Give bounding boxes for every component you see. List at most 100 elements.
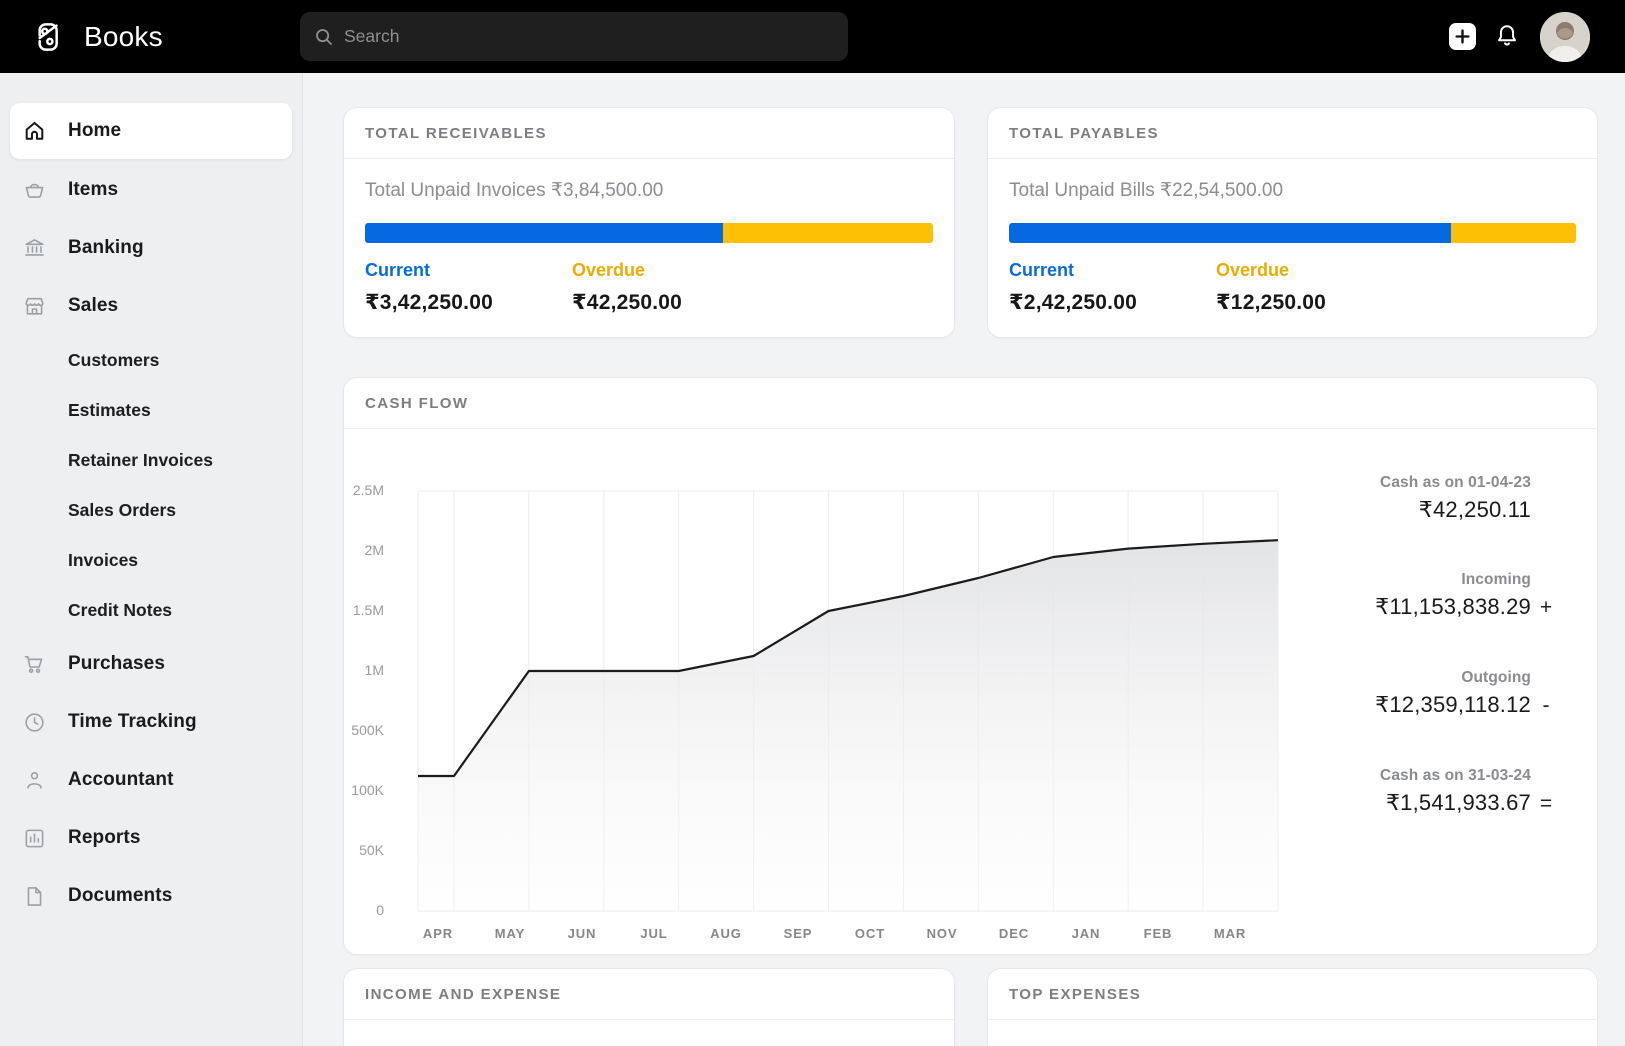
- card-title: TOTAL RECEIVABLES: [365, 125, 547, 142]
- current-amount: ₹2,42,250.00: [1009, 290, 1216, 315]
- sidebar-item-label: Banking: [68, 237, 144, 259]
- card-title: TOP EXPENSES: [1009, 986, 1141, 1003]
- clock-icon: [22, 709, 48, 735]
- card-title: CASH FLOW: [365, 395, 468, 412]
- sidebar-item-home[interactable]: Home: [10, 103, 292, 159]
- x-axis-label: SEP: [768, 926, 828, 941]
- total-payables-card: TOTAL PAYABLES Total Unpaid Bills ₹22,54…: [987, 107, 1598, 338]
- stat-value: ₹12,359,118.12: [1375, 688, 1531, 722]
- app-title: Books: [84, 21, 163, 53]
- overdue-label: Overdue: [1216, 260, 1423, 281]
- stat-operator: +: [1531, 591, 1561, 625]
- overdue-amount: ₹12,250.00: [1216, 290, 1423, 315]
- sidebar-subitem-invoices[interactable]: Invoices: [10, 535, 292, 585]
- x-axis-label: JUN: [552, 926, 612, 941]
- books-logo-icon: [28, 17, 68, 57]
- cart-icon: [22, 651, 48, 677]
- x-axis-label: FEB: [1128, 926, 1188, 941]
- y-axis-label: 50K: [344, 842, 384, 858]
- cashflow-plot[interactable]: [401, 473, 1281, 923]
- stat-operator: -: [1531, 689, 1561, 723]
- reports-icon: [22, 825, 48, 851]
- sidebar-item-items[interactable]: Items: [10, 161, 292, 219]
- y-axis-label: 100K: [344, 782, 384, 798]
- sidebar-item-label: Home: [68, 120, 121, 142]
- y-axis-label: 2M: [344, 542, 384, 558]
- x-axis-label: MAY: [480, 926, 540, 941]
- search-bar[interactable]: [300, 12, 848, 61]
- receivables-overdue: Overdue ₹42,250.00: [572, 260, 779, 315]
- receivables-progress-bar: [365, 223, 933, 243]
- stat-operator: =: [1531, 787, 1561, 821]
- card-title: INCOME AND EXPENSE: [365, 986, 561, 1003]
- y-axis-label: 1M: [344, 662, 384, 678]
- current-label: Current: [1009, 260, 1216, 281]
- sidebar-item-label: Time Tracking: [68, 711, 197, 733]
- y-axis-label: 1.5M: [344, 602, 384, 618]
- sidebar-item-sales[interactable]: Sales: [10, 277, 292, 335]
- quick-create-button[interactable]: [1449, 23, 1476, 50]
- y-axis-label: 2.5M: [344, 482, 384, 498]
- card-header: CASH FLOW: [344, 378, 1597, 429]
- x-axis-label: JAN: [1056, 926, 1116, 941]
- sidebar-item-documents[interactable]: Documents: [10, 867, 292, 925]
- card-title: TOTAL PAYABLES: [1009, 125, 1159, 142]
- card-header: TOTAL PAYABLES: [988, 108, 1597, 159]
- sidebar-subitem-customers[interactable]: Customers: [10, 335, 292, 385]
- cash-flow-card: CASH FLOW Cash as on 01-04-23₹42,250.11I…: [343, 377, 1598, 955]
- sidebar-subitem-estimates[interactable]: Estimates: [10, 385, 292, 435]
- search-input[interactable]: [344, 26, 804, 47]
- sidebar-item-reports[interactable]: Reports: [10, 809, 292, 867]
- payables-current: Current ₹2,42,250.00: [1009, 260, 1216, 315]
- sidebar-item-purchases[interactable]: Purchases: [10, 635, 292, 693]
- payables-current-segment: [1009, 223, 1451, 243]
- sidebar-item-banking[interactable]: Banking: [10, 219, 292, 277]
- notification-bell-icon: [1493, 22, 1521, 50]
- card-header: INCOME AND EXPENSE: [344, 969, 954, 1020]
- sidebar-item-label: Documents: [68, 885, 172, 907]
- sidebar-subitem-label: Retainer Invoices: [68, 450, 213, 471]
- sidebar-subitem-sales-orders[interactable]: Sales Orders: [10, 485, 292, 535]
- x-axis-label: JUL: [624, 926, 684, 941]
- user-avatar[interactable]: [1540, 12, 1590, 62]
- payables-progress-bar: [1009, 223, 1576, 243]
- sidebar-subitem-retainer-invoices[interactable]: Retainer Invoices: [10, 435, 292, 485]
- card-header: TOTAL RECEIVABLES: [344, 108, 954, 159]
- main-content: TOTAL RECEIVABLES Total Unpaid Invoices …: [303, 73, 1625, 1046]
- sidebar-subitem-label: Customers: [68, 350, 159, 371]
- stat-value: ₹42,250.11: [1419, 493, 1531, 527]
- sidebar-item-label: Sales: [68, 295, 118, 317]
- storefront-icon: [22, 293, 48, 319]
- current-label: Current: [365, 260, 572, 281]
- payables-overdue: Overdue ₹12,250.00: [1216, 260, 1423, 315]
- sidebar-subitem-credit-notes[interactable]: Credit Notes: [10, 585, 292, 635]
- sidebar-item-time-tracking[interactable]: Time Tracking: [10, 693, 292, 751]
- current-amount: ₹3,42,250.00: [365, 290, 572, 315]
- unpaid-bills-summary: Total Unpaid Bills ₹22,54,500.00: [1009, 179, 1576, 202]
- unpaid-invoices-summary: Total Unpaid Invoices ₹3,84,500.00: [365, 179, 933, 202]
- sidebar-item-accountant[interactable]: Accountant: [10, 751, 292, 809]
- card-header: TOP EXPENSES: [988, 969, 1597, 1020]
- app-logo: Books: [28, 17, 163, 57]
- basket-icon: [22, 177, 48, 203]
- notifications-button[interactable]: [1493, 22, 1521, 50]
- cashflow-area-fill: [418, 540, 1278, 911]
- top-expenses-card: TOP EXPENSES: [987, 968, 1598, 1046]
- sidebar-nav: Home Items Banking Sales Customers Estimates R…: [0, 73, 303, 1046]
- home-icon: [22, 118, 48, 144]
- plus-icon: [1455, 29, 1470, 44]
- topbar: Books: [0, 0, 1625, 73]
- sidebar-subitem-label: Credit Notes: [68, 600, 172, 621]
- stat-value: ₹1,541,933.67: [1386, 786, 1531, 820]
- x-axis-label: OCT: [840, 926, 900, 941]
- x-axis-label: MAR: [1200, 926, 1260, 941]
- sidebar-item-label: Purchases: [68, 653, 165, 675]
- x-axis-label: AUG: [696, 926, 756, 941]
- accountant-icon: [22, 767, 48, 793]
- cashflow-chart[interactable]: Cash as on 01-04-23₹42,250.11Incoming₹11…: [344, 429, 1597, 954]
- sidebar-item-label: Accountant: [68, 769, 174, 791]
- receivables-current-segment: [365, 223, 723, 243]
- sidebar-subitem-label: Sales Orders: [68, 500, 176, 521]
- search-icon: [314, 27, 334, 47]
- sidebar-item-label: Items: [68, 179, 118, 201]
